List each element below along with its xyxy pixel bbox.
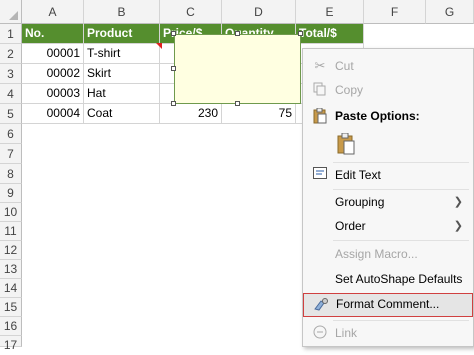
row-header-15[interactable]: 15 [0,298,22,317]
cell-b4[interactable]: Hat [84,84,160,104]
copy-icon [312,82,328,98]
resize-handle-bottom-left[interactable] [171,101,176,106]
cell-b3[interactable]: Skirt [84,64,160,84]
menu-separator [333,162,469,163]
row-header-11[interactable]: 11 [0,222,22,241]
paste-icon [312,107,328,124]
cell-b2[interactable]: T-shirt [84,44,160,64]
menu-item-assign-macro[interactable]: Assign Macro... [303,243,473,265]
column-header-a[interactable]: A [22,0,84,24]
link-icon [312,325,328,341]
cell-d5[interactable]: 75 [222,104,296,124]
cell-a2[interactable]: 00001 [22,44,84,64]
cell-c5[interactable]: 230 [160,104,222,124]
comment-box[interactable] [174,34,301,104]
row-header-1[interactable]: 1 [0,24,22,44]
column-header-g[interactable]: G [426,0,474,24]
chevron-right-icon: ❯ [453,196,463,208]
resize-handle-top-left[interactable] [171,31,176,36]
row-header-4[interactable]: 4 [0,84,22,104]
column-header-f[interactable]: F [364,0,426,24]
scissors-icon: ✂ [314,58,326,73]
row-header-17[interactable]: 17 [0,336,22,352]
row-header-12[interactable]: 12 [0,241,22,260]
row-header-10[interactable]: 10 [0,203,22,222]
menu-separator [333,189,469,190]
cell-b5[interactable]: Coat [84,104,160,124]
format-paint-icon [313,297,329,313]
row-header-7[interactable]: 7 [0,144,22,164]
menu-separator [333,320,469,321]
row-header-14[interactable]: 14 [0,279,22,298]
menu-separator [333,240,469,241]
cell-a5[interactable]: 00004 [22,104,84,124]
row-header-16[interactable]: 16 [0,317,22,336]
row-header-2[interactable]: 2 [0,44,22,64]
column-header-b[interactable]: B [84,0,160,24]
cell-b1[interactable]: Product [84,24,160,44]
row-header-6[interactable]: 6 [0,124,22,144]
context-menu: ✂ Cut Copy Paste Options: Edit Text Grou… [302,48,474,347]
menu-item-grouping[interactable]: Grouping ❯ [303,191,473,213]
resize-handle-top-right[interactable] [298,31,303,36]
row-header-5[interactable]: 5 [0,104,22,124]
cell-e1[interactable]: Total/$ [296,24,364,44]
column-header-e[interactable]: E [296,0,364,24]
menu-item-format-comment[interactable]: Format Comment... [303,293,473,317]
row-header-8[interactable]: 8 [0,164,22,184]
resize-handle-bottom[interactable] [235,101,240,106]
column-header-d[interactable]: D [222,0,296,24]
menu-item-copy[interactable]: Copy [303,79,473,101]
row-header-13[interactable]: 13 [0,260,22,279]
row-header-9[interactable]: 9 [0,184,22,203]
resize-handle-top[interactable] [235,31,240,36]
menu-item-cut[interactable]: ✂ Cut [303,55,473,77]
cell-a1[interactable]: No. [22,24,84,44]
paste-clipboard-icon [337,132,355,162]
paste-options-heading: Paste Options: [303,105,473,127]
text-box-icon [312,167,328,183]
cell-a3[interactable]: 00002 [22,64,84,84]
comment-indicator [156,43,162,49]
menu-item-set-autoshape-defaults[interactable]: Set AutoShape Defaults [303,268,473,290]
paste-button[interactable] [333,131,373,157]
select-all-corner[interactable] [0,0,22,24]
row-header-3[interactable]: 3 [0,64,22,84]
column-header-c[interactable]: C [160,0,222,24]
menu-item-edit-text[interactable]: Edit Text [303,164,473,186]
cell-a4[interactable]: 00003 [22,84,84,104]
resize-handle-left[interactable] [171,66,176,71]
menu-item-order[interactable]: Order ❯ [303,215,473,237]
menu-item-link[interactable]: Link [303,322,473,344]
chevron-right-icon: ❯ [453,220,463,232]
